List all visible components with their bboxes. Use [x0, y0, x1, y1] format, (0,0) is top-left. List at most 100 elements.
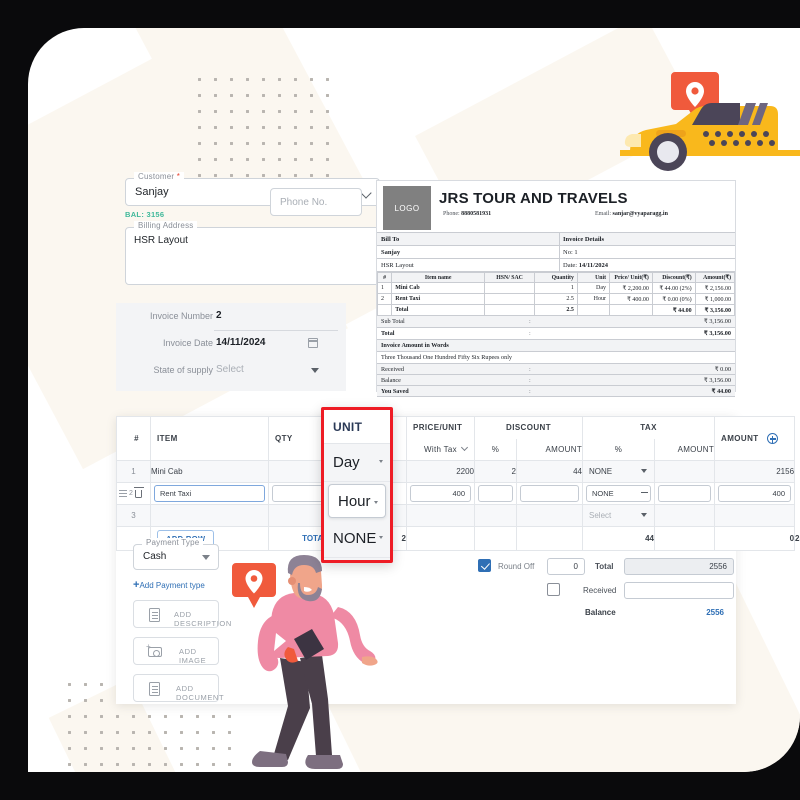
tax-amount-input[interactable]	[658, 485, 712, 502]
invoice-col-header: Discount(₹)	[651, 272, 696, 283]
phone-input[interactable]: Phone No.	[270, 188, 362, 216]
amount-cell[interactable]: 2156	[714, 460, 796, 483]
amount-cell[interactable]: 400	[714, 482, 796, 505]
invoice-col-header: Unit	[576, 272, 611, 283]
item-name-cell[interactable]: Rent Taxi	[150, 482, 269, 505]
dot	[262, 126, 265, 129]
tax-amount-cell[interactable]	[654, 504, 716, 527]
add-document-label: ADD DOCUMENT	[176, 684, 225, 702]
dot	[84, 715, 87, 718]
price-cell[interactable]: 2200	[406, 460, 475, 483]
dot	[214, 174, 217, 177]
discount-percent-cell[interactable]	[474, 482, 517, 505]
dot	[326, 110, 329, 113]
round-off-input[interactable]: 0	[547, 558, 585, 575]
add-payment-type-link[interactable]: +Add Payment type	[133, 579, 219, 591]
amount-in-words-value: Three Thousand One Hundred Fifty Six Rup…	[377, 352, 735, 364]
delete-row-icon[interactable]	[133, 487, 144, 498]
table-header-row: # Item name HSN/ SAC Quantity Unit Price/ Uni…	[376, 272, 736, 283]
dot	[212, 747, 215, 750]
table-row[interactable]: 3 Select	[116, 504, 796, 527]
dot	[278, 110, 281, 113]
dot	[68, 683, 71, 686]
caret-icon	[379, 460, 383, 463]
table-row[interactable]: 1 Mini Cab 2200 2 44 NONE 2156	[116, 460, 796, 483]
dot	[230, 78, 233, 81]
unit-dropdown[interactable]: UNIT Day Hour NONE	[321, 407, 393, 563]
tax-select-cell[interactable]: NONE	[582, 482, 656, 505]
tax-amount-cell[interactable]	[654, 460, 716, 483]
discount-percent-input[interactable]	[478, 485, 513, 502]
chevron-down-icon[interactable]	[641, 513, 648, 517]
dot	[116, 715, 119, 718]
unit-option-day[interactable]: Day	[324, 444, 390, 482]
add-description-button[interactable]: ADD DESCRIPTION	[133, 600, 231, 628]
price-cell[interactable]	[406, 504, 475, 527]
add-image-button[interactable]: + ADD IMAGE	[133, 637, 219, 665]
dot	[132, 715, 135, 718]
discount-percent-cell[interactable]: 2	[474, 460, 517, 483]
dot	[262, 142, 265, 145]
plus-circle-icon[interactable]	[766, 433, 778, 444]
billing-address-field[interactable]: Billing Address HSR Layout	[125, 221, 380, 285]
dot	[310, 110, 313, 113]
invoice-billto-header: Bill To Invoice Details	[377, 233, 735, 246]
dot	[196, 731, 199, 734]
dot	[230, 126, 233, 129]
round-off-row: Round Off 0 Total 2556	[478, 556, 734, 580]
chevron-down-icon[interactable]	[641, 469, 648, 473]
tax-input[interactable]: NONE	[586, 485, 652, 502]
dot	[198, 174, 201, 177]
invoice-col-header: HSN/ SAC	[484, 272, 536, 283]
dot	[230, 110, 233, 113]
table-row[interactable]: 2 Rent Taxi 400 NONE 400	[116, 482, 796, 505]
round-off-checkbox[interactable]	[478, 559, 491, 572]
amount-input[interactable]: 400	[718, 485, 792, 502]
dot	[100, 731, 103, 734]
state-of-supply-value: Select	[216, 364, 244, 375]
tax-select-cell[interactable]: Select	[582, 504, 656, 527]
th-amount-label: AMOUNT	[721, 434, 759, 443]
tax-select-cell[interactable]: NONE	[582, 460, 656, 483]
unit-option-none[interactable]: NONE	[324, 520, 390, 558]
discount-amount-cell[interactable]	[515, 482, 584, 505]
discount-percent-cell[interactable]	[474, 504, 517, 527]
dot	[246, 94, 249, 97]
received-checkbox[interactable]	[547, 583, 560, 596]
dot	[310, 94, 313, 97]
dot	[326, 126, 329, 129]
dot	[212, 763, 215, 766]
round-off-label: Round Off	[498, 562, 535, 571]
item-name-input[interactable]: Rent Taxi	[154, 485, 265, 502]
invoice-cell: 1	[534, 282, 578, 294]
received-input[interactable]	[624, 582, 734, 599]
dot	[116, 763, 119, 766]
amount-cell[interactable]	[714, 504, 796, 527]
invoice-col-header: Price/ Unit(₹)	[609, 272, 653, 283]
dot	[180, 747, 183, 750]
tax-amount-cell[interactable]	[654, 482, 716, 505]
invoice-cell	[376, 304, 393, 316]
customer-label: Customer *	[134, 172, 185, 181]
payment-type-select[interactable]: Payment Type Cash	[133, 538, 219, 570]
discount-amount-cell[interactable]	[515, 504, 584, 527]
price-cell[interactable]: 400	[406, 482, 475, 505]
th-price-with-tax[interactable]: With Tax	[406, 438, 475, 461]
state-of-supply-row[interactable]: State of supply Select	[116, 361, 346, 387]
company-email: Email: sanjar@vyaparagg.in	[595, 211, 668, 217]
calendar-icon[interactable]	[307, 338, 318, 348]
dot	[198, 142, 201, 145]
item-name-cell[interactable]: Mini Cab	[150, 460, 269, 483]
chevron-down-icon[interactable]	[311, 368, 319, 373]
discount-amount-input[interactable]	[520, 485, 580, 502]
invoice-number-row[interactable]: Invoice Number 2	[116, 307, 346, 333]
invoice-col-header: Item name	[391, 272, 486, 283]
unit-option-hour[interactable]: Hour	[328, 484, 386, 518]
drag-handle-icon[interactable]	[119, 489, 127, 498]
discount-amount-cell[interactable]: 44	[515, 460, 584, 483]
add-document-button[interactable]: ADD DOCUMENT	[133, 674, 224, 702]
price-input[interactable]: 400	[410, 485, 471, 502]
invoice-date-row[interactable]: Invoice Date 14/11/2024	[116, 334, 346, 360]
item-name-cell[interactable]	[150, 504, 269, 527]
total-discount: 44	[582, 526, 656, 551]
